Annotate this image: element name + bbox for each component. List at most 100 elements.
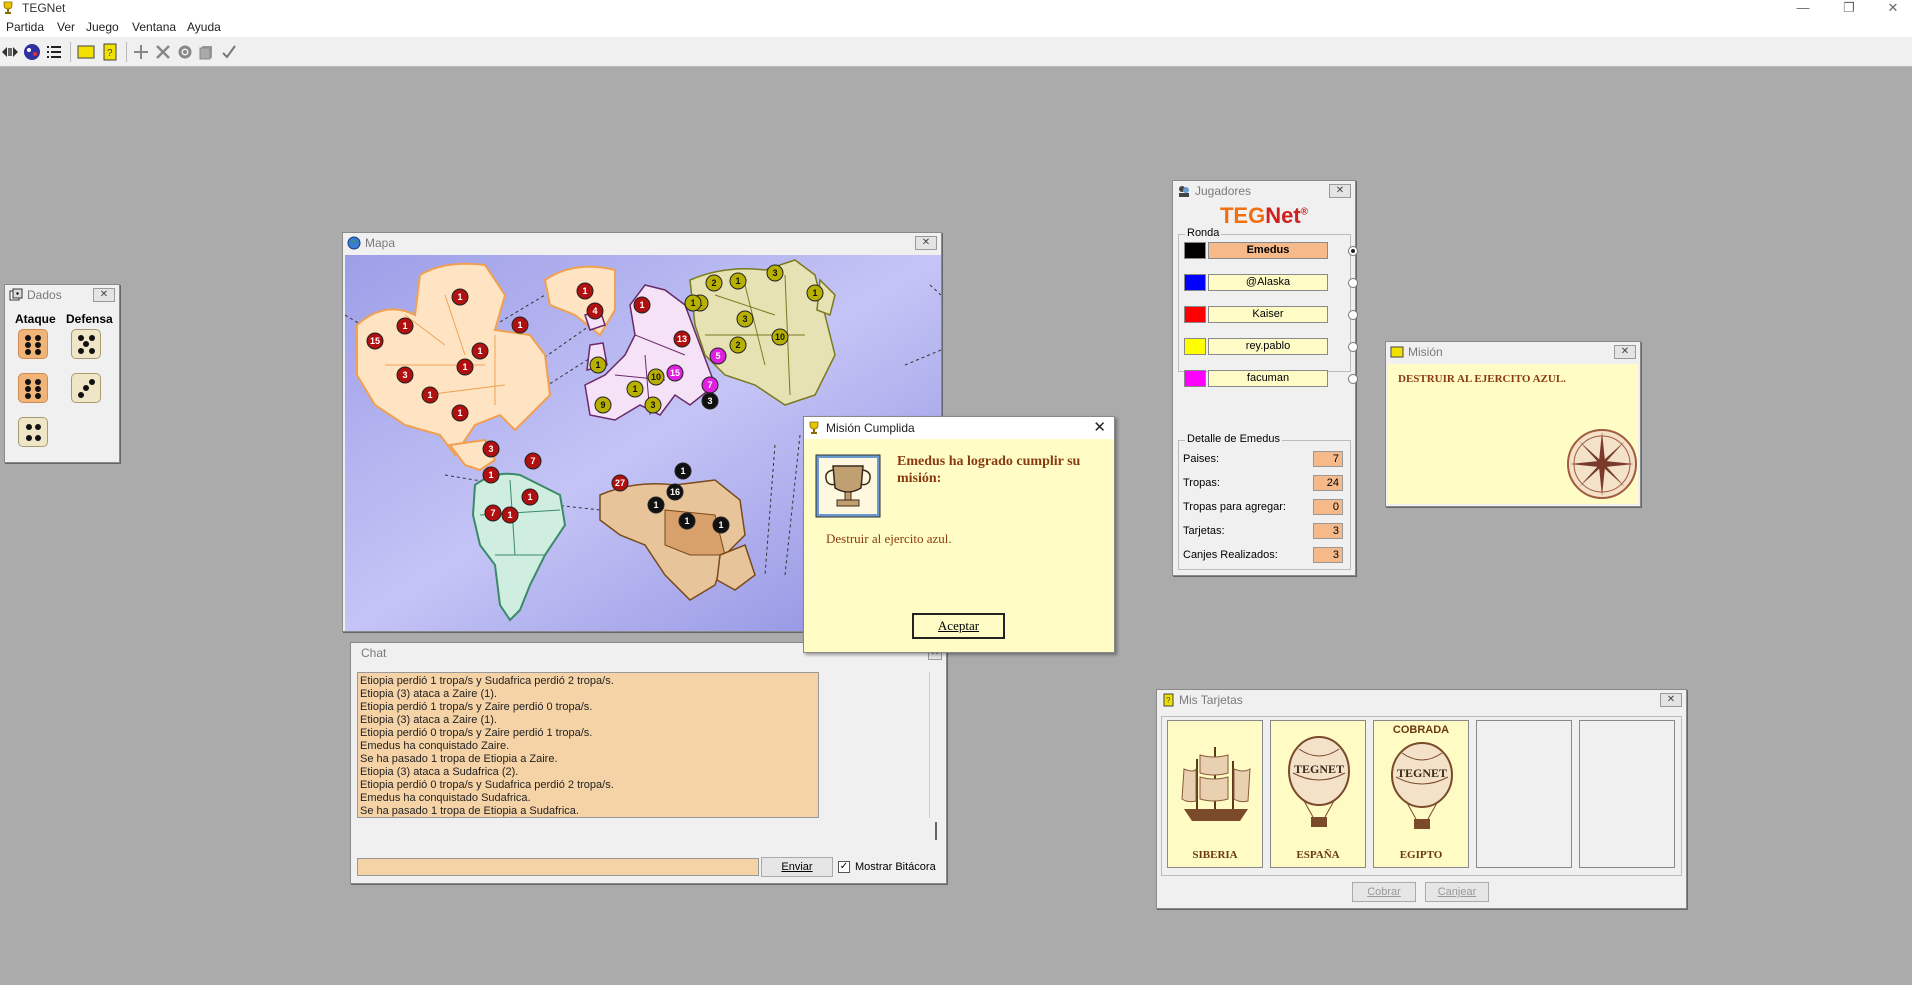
player-radio[interactable] <box>1348 246 1358 256</box>
menu-ventana[interactable]: Ventana <box>132 20 176 34</box>
army-marker[interactable]: 7 <box>484 504 502 522</box>
player-row[interactable]: Emedus <box>1184 242 1358 260</box>
army-marker[interactable]: 1 <box>589 356 607 374</box>
send-button[interactable]: Enviar <box>761 857 833 877</box>
close-icon[interactable]: ✕ <box>1093 418 1106 436</box>
army-count: 7 <box>530 456 535 466</box>
army-marker[interactable]: 4 <box>586 302 604 320</box>
card-siberia[interactable]: SIBERIA <box>1167 720 1263 868</box>
player-radio[interactable] <box>1348 310 1358 320</box>
army-marker[interactable]: 2 <box>705 274 723 292</box>
army-marker[interactable]: 1 <box>396 317 414 335</box>
army-marker[interactable]: 1 <box>456 358 474 376</box>
close-icon[interactable]: ✕ <box>915 236 937 250</box>
army-marker[interactable]: 2 <box>729 336 747 354</box>
map-window-titlebar[interactable]: Mapa ✕ <box>343 233 941 253</box>
army-marker[interactable]: 15 <box>666 364 684 382</box>
army-count: 15 <box>370 336 380 346</box>
army-marker[interactable]: 1 <box>511 316 529 334</box>
mission-window-titlebar[interactable]: Misión ✕ <box>1386 342 1640 362</box>
add-armies-icon[interactable] <box>131 42 151 62</box>
cards-icon[interactable]: ? <box>100 42 120 62</box>
close-app-button[interactable]: ✕ <box>1878 0 1908 16</box>
army-marker[interactable]: 10 <box>647 368 665 386</box>
menu-ver[interactable]: Ver <box>57 20 75 34</box>
mission-icon[interactable] <box>76 42 96 62</box>
army-marker[interactable]: 1 <box>729 272 747 290</box>
army-marker[interactable]: 10 <box>771 328 789 346</box>
army-marker[interactable]: 1 <box>451 288 469 306</box>
collect-button[interactable]: Cobrar <box>1352 882 1416 902</box>
army-marker[interactable]: 1 <box>678 512 696 530</box>
army-marker[interactable]: 1 <box>576 282 594 300</box>
player-radio[interactable] <box>1348 342 1358 352</box>
army-marker[interactable]: 1 <box>806 284 824 302</box>
chat-log[interactable]: Etiopia perdió 1 tropa/s y Sudafrica per… <box>357 672 819 818</box>
army-marker[interactable]: 1 <box>684 294 702 312</box>
player-row[interactable]: rey.pablo <box>1184 338 1358 356</box>
connect-icon[interactable] <box>0 42 20 62</box>
menu-partida[interactable]: Partida <box>6 20 44 34</box>
army-marker[interactable]: 3 <box>482 440 500 458</box>
card-espana[interactable]: TEGNET ESPAÑA <box>1270 720 1366 868</box>
close-icon[interactable]: ✕ <box>93 288 115 302</box>
attack-icon[interactable] <box>153 42 173 62</box>
army-count: 1 <box>402 321 407 331</box>
player-radio[interactable] <box>1348 278 1358 288</box>
player-row[interactable]: facuman <box>1184 370 1358 388</box>
close-icon[interactable]: ✕ <box>1660 693 1682 707</box>
show-log-checkbox[interactable]: ✓ <box>838 861 850 873</box>
army-marker[interactable]: 3 <box>644 396 662 414</box>
player-row[interactable]: Kaiser <box>1184 306 1358 324</box>
army-marker[interactable]: 7 <box>701 376 719 394</box>
army-marker[interactable]: 3 <box>701 392 719 410</box>
army-marker[interactable]: 1 <box>626 380 644 398</box>
dialog-titlebar[interactable]: Misión Cumplida ✕ <box>804 417 1114 439</box>
army-marker[interactable]: 1 <box>501 506 519 524</box>
end-turn-icon[interactable] <box>219 42 239 62</box>
card-egipto[interactable]: COBRADA TEGNET EGIPTO <box>1373 720 1469 868</box>
list-icon[interactable] <box>44 42 64 62</box>
army-marker[interactable]: 27 <box>611 474 629 492</box>
army-marker[interactable]: 1 <box>633 296 651 314</box>
get-card-icon[interactable] <box>197 42 217 62</box>
army-marker[interactable]: 1 <box>471 342 489 360</box>
dice-window-titlebar[interactable]: Dados ✕ <box>5 285 119 305</box>
army-marker[interactable]: 3 <box>766 264 784 282</box>
army-marker[interactable]: 1 <box>521 488 539 506</box>
army-marker[interactable]: 1 <box>482 466 500 484</box>
army-count: 1 <box>718 520 723 530</box>
army-marker[interactable]: 1 <box>421 386 439 404</box>
army-marker[interactable]: 13 <box>673 330 691 348</box>
dice-icon[interactable] <box>22 42 42 62</box>
army-marker[interactable]: 3 <box>736 310 754 328</box>
accept-button[interactable]: Aceptar <box>912 613 1005 639</box>
player-row[interactable]: @Alaska <box>1184 274 1358 292</box>
army-marker[interactable]: 16 <box>666 483 684 501</box>
player-name: Kaiser <box>1208 306 1328 323</box>
chat-input[interactable] <box>357 858 759 876</box>
close-icon[interactable]: ✕ <box>1614 345 1636 359</box>
player-radio[interactable] <box>1348 374 1358 384</box>
players-window-titlebar[interactable]: Jugadores ✕ <box>1173 181 1355 201</box>
army-marker[interactable]: 9 <box>594 396 612 414</box>
army-count: 1 <box>488 470 493 480</box>
regroup-icon[interactable] <box>175 42 195 62</box>
exchange-button[interactable]: Canjear <box>1425 882 1489 902</box>
army-marker[interactable]: 5 <box>709 347 727 365</box>
army-marker[interactable]: 1 <box>647 496 665 514</box>
army-marker[interactable]: 1 <box>674 462 692 480</box>
army-marker[interactable]: 7 <box>524 452 542 470</box>
minimize-button[interactable]: — <box>1788 0 1818 15</box>
army-marker[interactable]: 15 <box>366 332 384 350</box>
menu-ayuda[interactable]: Ayuda <box>187 20 221 34</box>
cards-window-titlebar[interactable]: ? Mis Tarjetas ✕ <box>1157 690 1686 710</box>
army-marker[interactable]: 1 <box>451 404 469 422</box>
close-icon[interactable]: ✕ <box>1329 184 1351 198</box>
restore-button[interactable]: ❐ <box>1834 0 1864 16</box>
compass-rose-icon <box>1567 429 1637 499</box>
chat-scrollbar[interactable] <box>929 672 941 840</box>
army-marker[interactable]: 3 <box>396 366 414 384</box>
army-marker[interactable]: 1 <box>712 516 730 534</box>
menu-juego[interactable]: Juego <box>86 20 119 34</box>
